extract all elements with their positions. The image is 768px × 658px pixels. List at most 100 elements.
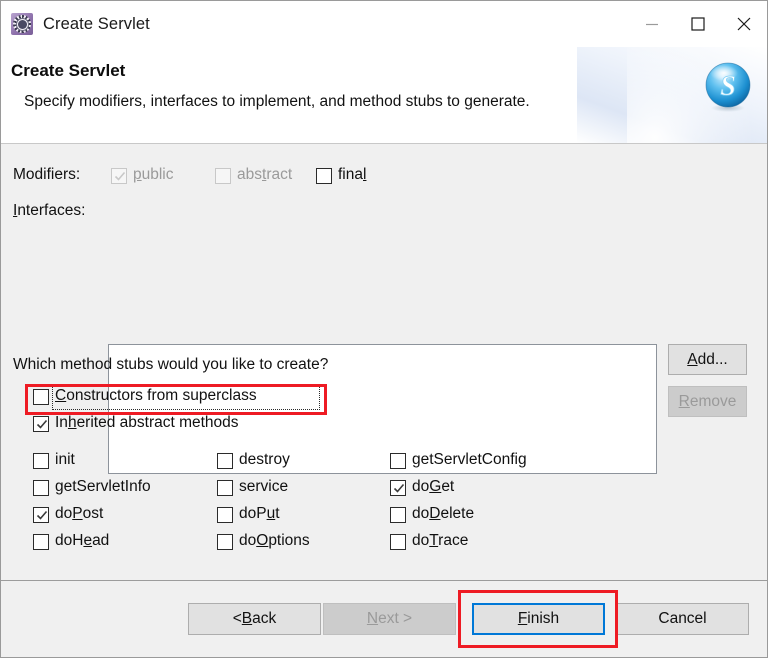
label-init[interactable]: init [55, 451, 75, 469]
label-dohead[interactable]: doHead [55, 532, 109, 550]
page-subtitle: Specify modifiers, interfaces to impleme… [24, 93, 530, 110]
label-final[interactable]: final [338, 166, 366, 184]
label-tail: t [275, 505, 280, 522]
wizard-header: Create Servlet Specify modifiers, interf… [1, 47, 767, 143]
mnemonic-char: O [256, 532, 269, 549]
checkbox-getservletinfo[interactable] [33, 480, 49, 496]
label-tail: nterfaces: [17, 202, 86, 219]
label-head: getServletInfo [55, 478, 151, 495]
check-mark-icon [35, 417, 49, 431]
label-public: public [133, 166, 174, 184]
checkbox-dohead[interactable] [33, 534, 49, 550]
label-tail: elete [440, 505, 475, 522]
label-head: fina [338, 166, 363, 183]
checkbox-constructors-from-superclass[interactable] [33, 389, 49, 405]
checkbox-dooptions[interactable] [217, 534, 233, 550]
label-getservletconfig[interactable]: getServletConfig [412, 451, 527, 469]
window-title: Create Servlet [43, 14, 150, 33]
mnemonic-char: l [363, 166, 367, 183]
label-tail: ract [266, 166, 293, 183]
label-inherited-abstract-methods[interactable]: Inherited abstract methods [55, 414, 239, 432]
mnemonic-char: P [72, 505, 83, 522]
label-tail: ublic [141, 166, 174, 183]
svg-text:S: S [720, 71, 736, 102]
label-getservletinfo[interactable]: getServletInfo [55, 478, 151, 496]
checkbox-dodelete[interactable] [390, 507, 406, 523]
checkbox-doget[interactable] [390, 480, 406, 496]
add-interface-button[interactable]: Add... [668, 344, 747, 375]
mnemonic-char: G [429, 478, 442, 495]
label-tail: onstructors from superclass [66, 387, 257, 404]
label-dopost[interactable]: doPost [55, 505, 103, 523]
mnemonic-char: F [517, 610, 528, 627]
label-tail: et [441, 478, 455, 495]
button-label-tail: inish [527, 610, 560, 627]
mnemonic-char: e [83, 532, 93, 549]
label-head: do [239, 532, 257, 549]
servlet-wizard-icon [10, 12, 34, 36]
label-head: do [55, 505, 73, 522]
blue-sphere-s-logo: S [702, 61, 754, 113]
finish-button[interactable]: Finish [472, 603, 605, 635]
button-label-tail: dd... [697, 350, 728, 368]
checkbox-getservletconfig[interactable] [390, 453, 406, 469]
checkbox-abstract [215, 168, 231, 184]
label-doget[interactable]: doGet [412, 478, 454, 496]
checkbox-final[interactable] [316, 168, 332, 184]
label-head: destroy [239, 451, 290, 468]
mnemonic-char: C [55, 387, 67, 404]
checkbox-inherited-abstract-methods[interactable] [33, 416, 49, 432]
checkbox-destroy[interactable] [217, 453, 233, 469]
mnemonic-char: D [429, 505, 441, 522]
minimize-icon[interactable] [629, 1, 675, 47]
label-head: doP [239, 505, 267, 522]
window-controls [629, 1, 767, 47]
label-head: getServletConfig [412, 451, 527, 468]
create-servlet-dialog: Create Servlet Create Servlet Specify mo… [0, 0, 768, 658]
label-doput[interactable]: doPut [239, 505, 280, 523]
mnemonic-char: N [366, 610, 379, 627]
mnemonic-char: h [67, 414, 77, 431]
cancel-button[interactable]: Cancel [616, 603, 749, 635]
checkbox-public [111, 168, 127, 184]
checkbox-dotrace[interactable] [390, 534, 406, 550]
button-label-tail: ext > [378, 610, 413, 627]
label-head: do [412, 532, 430, 549]
mnemonic-char: B [241, 610, 253, 627]
mnemonic-char: A [687, 350, 698, 368]
label-tail: race [438, 532, 469, 549]
remove-interface-button: Remove [668, 386, 747, 417]
label-tail: ptions [268, 532, 310, 549]
label-dotrace[interactable]: doTrace [412, 532, 468, 550]
check-mark-icon [35, 508, 49, 522]
button-label-tail: ack [252, 610, 277, 627]
label-tail: ost [82, 505, 104, 522]
label-constructors-from-superclass[interactable]: Constructors from superclass [55, 387, 257, 405]
checkbox-init[interactable] [33, 453, 49, 469]
label-head: service [239, 478, 289, 495]
mnemonic-char: u [266, 505, 276, 522]
button-label: Cancel [658, 610, 707, 627]
maximize-icon[interactable] [675, 1, 721, 47]
label-head: doH [55, 532, 84, 549]
label-head: do [412, 505, 430, 522]
label-tail: ad [92, 532, 110, 549]
label-dooptions[interactable]: doOptions [239, 532, 310, 550]
mnemonic-char: T [429, 532, 439, 549]
mnemonic-char: p [133, 166, 142, 183]
checkbox-service[interactable] [217, 480, 233, 496]
checkbox-dopost[interactable] [33, 507, 49, 523]
label-head: abs [237, 166, 262, 183]
label-destroy[interactable]: destroy [239, 451, 290, 469]
method-stubs-question: Which method stubs would you like to cre… [13, 356, 329, 373]
button-label-tail: emove [689, 392, 737, 410]
check-mark-icon [113, 169, 127, 183]
label-dodelete[interactable]: doDelete [412, 505, 474, 523]
back-button[interactable]: < Back [188, 603, 321, 635]
label-head: init [55, 451, 75, 468]
check-mark-icon [392, 481, 406, 495]
close-icon[interactable] [721, 1, 767, 47]
checkbox-doput[interactable] [217, 507, 233, 523]
dialog-body: Modifiers: public abstract final Interfa… [1, 144, 767, 580]
label-service[interactable]: service [239, 478, 288, 496]
